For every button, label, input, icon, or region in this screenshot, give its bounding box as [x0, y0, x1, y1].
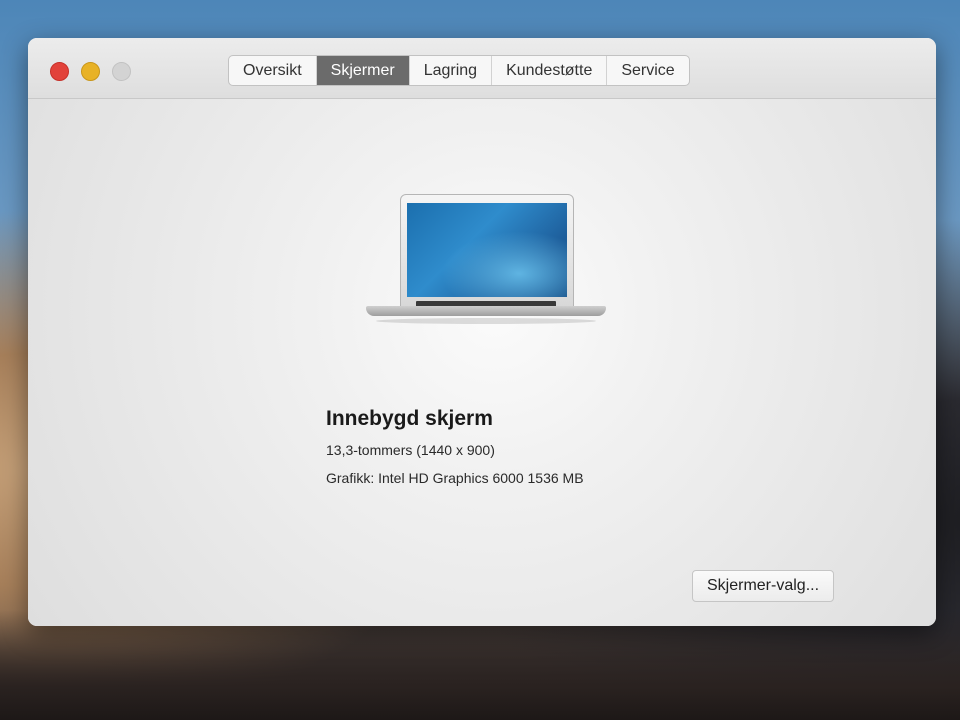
laptop-screen: [407, 203, 567, 297]
zoom-icon: [112, 62, 131, 81]
desktop-shade: [0, 610, 960, 720]
tab-skjermer[interactable]: Skjermer: [316, 56, 410, 85]
display-name: Innebygd skjerm: [326, 407, 493, 430]
laptop-base: [366, 306, 606, 316]
tab-bar: Oversikt Skjermer Lagring Kundestøtte Se…: [228, 55, 690, 86]
display-size: 13,3-tommers (1440 x 900): [326, 442, 495, 458]
close-icon[interactable]: [50, 62, 69, 81]
displays-pane: Innebygd skjerm 13,3-tommers (1440 x 900…: [28, 99, 936, 626]
laptop-lid: [400, 194, 574, 308]
tab-lagring[interactable]: Lagring: [410, 56, 493, 85]
laptop-shadow: [376, 318, 596, 324]
tab-kundestotte[interactable]: Kundestøtte: [492, 56, 608, 85]
display-graphics: Grafikk: Intel HD Graphics 6000 1536 MB: [326, 470, 584, 486]
laptop-icon: [366, 194, 606, 334]
tab-service[interactable]: Service: [607, 56, 688, 85]
display-preferences-button[interactable]: Skjermer-valg...: [692, 570, 835, 602]
window-titlebar: Oversikt Skjermer Lagring Kundestøtte Se…: [28, 38, 936, 99]
tab-oversikt[interactable]: Oversikt: [229, 56, 317, 85]
about-this-mac-window: Oversikt Skjermer Lagring Kundestøtte Se…: [28, 38, 936, 626]
minimize-icon[interactable]: [81, 62, 100, 81]
